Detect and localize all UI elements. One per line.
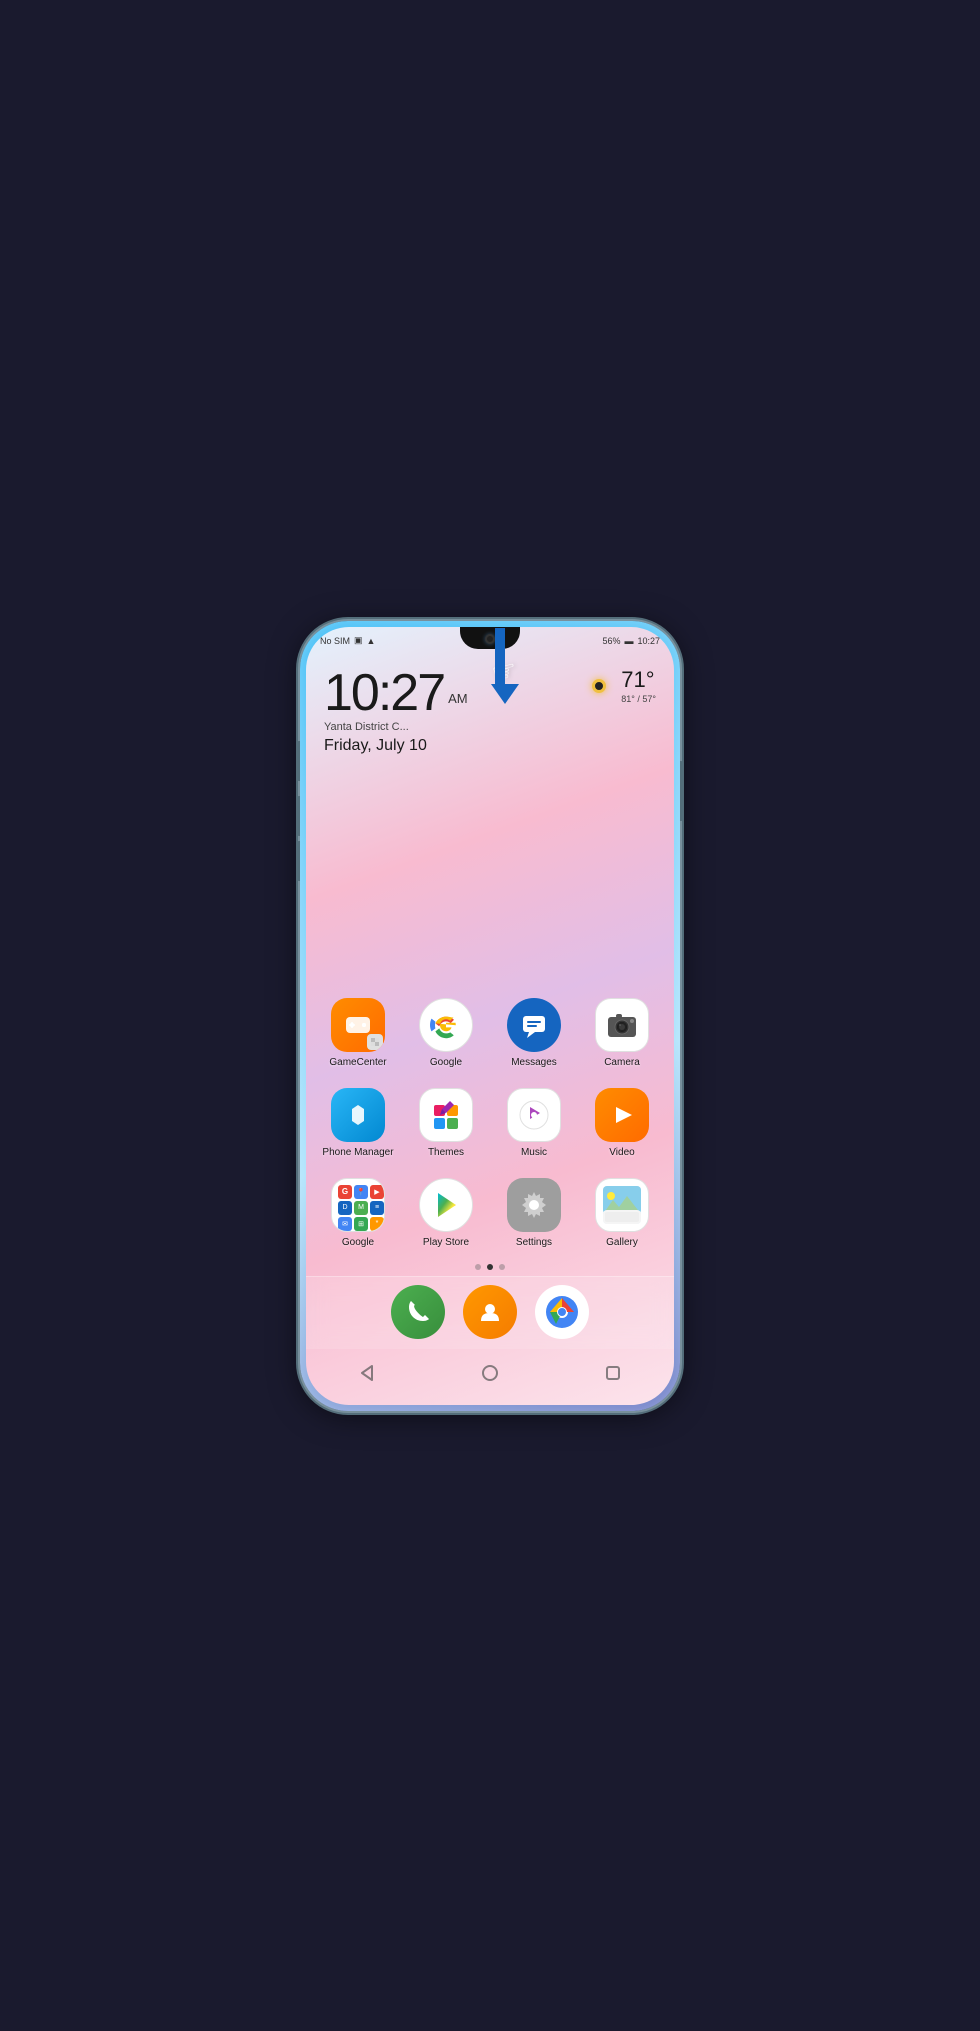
nav-bar: [306, 1349, 674, 1401]
music-label: Music: [521, 1147, 547, 1158]
app-row-2: Phone Manager: [306, 1078, 674, 1168]
app-item-messages[interactable]: Messages: [492, 992, 576, 1074]
weather-info: 71° 81° / 57°: [621, 667, 656, 706]
app-item-camera[interactable]: Camera: [580, 992, 664, 1074]
app-row-3: G 📍 ▶ D M ≡ ✉ ⊞ * Google: [306, 1168, 674, 1258]
dot-2-active: [487, 1264, 493, 1270]
play-store-icon: [419, 1178, 473, 1232]
folder-g1: G: [338, 1185, 352, 1199]
settings-icon: [507, 1178, 561, 1232]
messages-label: Messages: [511, 1057, 557, 1068]
gamecenter-label: GameCenter: [329, 1057, 386, 1068]
sim-status: No SIM: [320, 636, 350, 646]
status-left: No SIM ▣ ▲: [320, 635, 375, 646]
app-item-google-folder[interactable]: G 📍 ▶ D M ≡ ✉ ⊞ * Google: [316, 1172, 400, 1254]
wifi-icon: ▲: [367, 636, 376, 646]
page-dots: [306, 1258, 674, 1276]
phone-manager-label: Phone Manager: [322, 1147, 393, 1158]
video-icon: [595, 1088, 649, 1142]
app-row-1: GameCenter Google: [306, 988, 674, 1078]
app-grid: GameCenter Google: [306, 759, 674, 1405]
sim-icon: ▣: [354, 635, 363, 646]
weather-temp: 71°: [621, 667, 656, 693]
app-item-phone-manager[interactable]: Phone Manager: [316, 1082, 400, 1164]
phone-frame: No SIM ▣ ▲ 56% ▬ 10:27 ☞ 10:27 AM: [300, 621, 680, 1411]
google-folder-icon: G 📍 ▶ D M ≡ ✉ ⊞ *: [331, 1178, 385, 1232]
notch: [460, 627, 520, 649]
clock-status: 10:27: [637, 636, 660, 646]
screen-content: 10:27 AM Yanta District C... Friday, July…: [306, 627, 674, 1405]
dot-3: [499, 1264, 505, 1270]
arrow-shaft: [495, 628, 505, 688]
camera-icon: [595, 998, 649, 1052]
folder-g6: ≡: [370, 1201, 384, 1215]
camera-label: Camera: [604, 1057, 640, 1068]
play-store-label: Play Store: [423, 1237, 469, 1248]
sun-icon: [583, 670, 615, 702]
video-label: Video: [609, 1147, 634, 1158]
clock-ampm: AM: [448, 691, 468, 706]
dock-chrome[interactable]: [535, 1285, 589, 1339]
music-icon: [507, 1088, 561, 1142]
gallery-icon: [595, 1178, 649, 1232]
folder-g4: D: [338, 1201, 352, 1215]
battery-percent: 56%: [602, 636, 620, 646]
app-item-video[interactable]: Video: [580, 1082, 664, 1164]
folder-g5: M: [354, 1201, 368, 1215]
phone-screen: No SIM ▣ ▲ 56% ▬ 10:27 ☞ 10:27 AM: [306, 627, 674, 1405]
app-item-google[interactable]: Google: [404, 992, 488, 1074]
folder-g3: ▶: [370, 1185, 384, 1199]
nav-back[interactable]: [353, 1359, 381, 1387]
app-item-settings[interactable]: Settings: [492, 1172, 576, 1254]
google-label: Google: [430, 1057, 462, 1068]
arrow-down: [491, 684, 519, 704]
app-item-gamecenter[interactable]: GameCenter: [316, 992, 400, 1074]
gallery-label: Gallery: [606, 1237, 638, 1248]
clock-location: Yanta District C...: [324, 721, 468, 733]
clock-display: 10:27 AM: [324, 667, 468, 719]
battery-icon: ▬: [624, 636, 633, 646]
clock-date: Friday, July 10: [324, 737, 468, 755]
phone-manager-icon: [331, 1088, 385, 1142]
dock: [306, 1276, 674, 1349]
google-folder-label: Google: [342, 1237, 374, 1248]
google-icon: [419, 998, 473, 1052]
messages-icon: [507, 998, 561, 1052]
pointer-arrow: ☞: [491, 655, 519, 704]
nav-recent[interactable]: [599, 1359, 627, 1387]
status-right: 56% ▬ 10:27: [602, 636, 660, 646]
folder-g2: 📍: [354, 1185, 368, 1199]
clock-widget: 10:27 AM Yanta District C... Friday, July…: [306, 659, 674, 759]
folder-g7: ✉: [338, 1217, 352, 1231]
gamecenter-badge: [367, 1034, 383, 1050]
folder-g8: ⊞: [354, 1217, 368, 1231]
weather-widget[interactable]: 71° 81° / 57°: [583, 667, 656, 706]
app-item-themes[interactable]: Themes: [404, 1082, 488, 1164]
nav-home[interactable]: [476, 1359, 504, 1387]
settings-label: Settings: [516, 1237, 552, 1248]
dot-1: [475, 1264, 481, 1270]
app-item-gallery[interactable]: Gallery: [580, 1172, 664, 1254]
clock-left: 10:27 AM Yanta District C... Friday, July…: [324, 667, 468, 755]
dock-phone[interactable]: [391, 1285, 445, 1339]
folder-g9: *: [370, 1217, 384, 1231]
themes-label: Themes: [428, 1147, 464, 1158]
gamecenter-icon: [331, 998, 385, 1052]
app-item-play-store[interactable]: Play Store: [404, 1172, 488, 1254]
dock-contacts[interactable]: [463, 1285, 517, 1339]
weather-range: 81° / 57°: [621, 693, 656, 706]
front-camera: [485, 634, 495, 644]
app-item-music[interactable]: Music: [492, 1082, 576, 1164]
clock-time: 10:27: [324, 664, 444, 722]
themes-icon: [419, 1088, 473, 1142]
